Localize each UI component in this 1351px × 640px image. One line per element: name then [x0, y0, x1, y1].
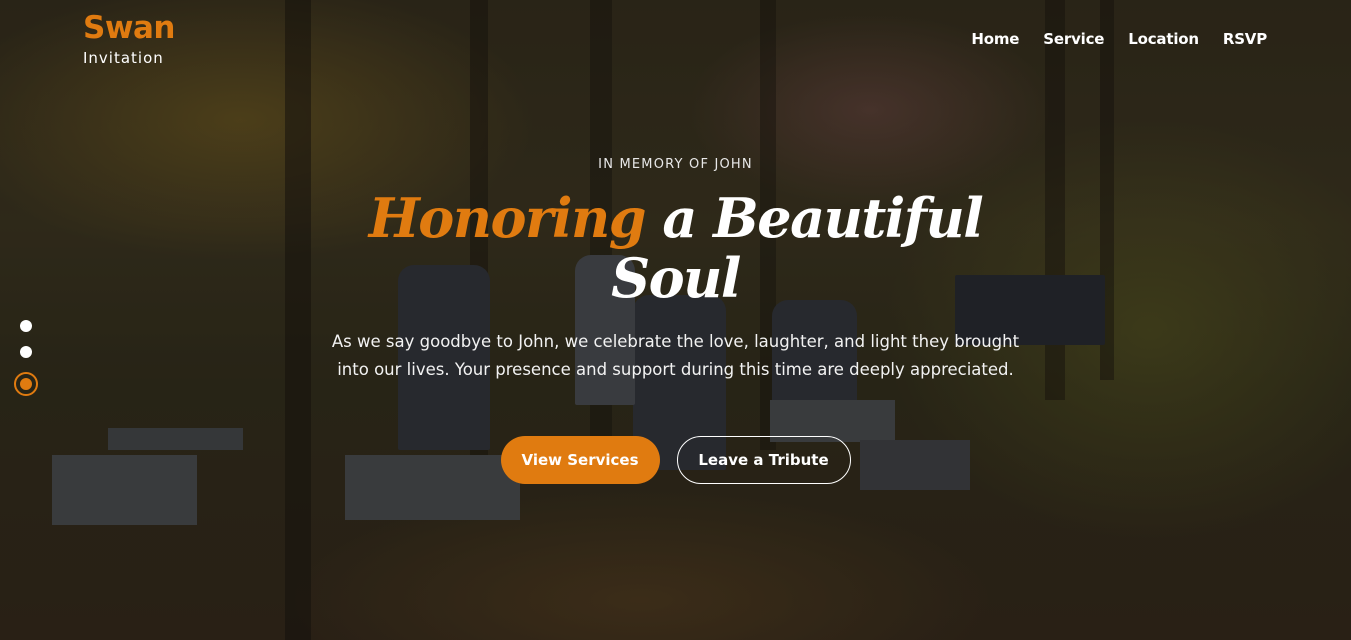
hero-title: Honoring a Beautiful Soul [330, 188, 1021, 308]
hero-title-accent: Honoring [368, 186, 647, 250]
hero-actions: View Services Leave a Tribute [0, 436, 1351, 484]
hero-description: As we say goodbye to John, we celebrate … [331, 332, 1020, 379]
main-nav: Home Service Location RSVP [971, 30, 1267, 48]
brand-name: Swan [83, 10, 175, 46]
slider-pagination [14, 320, 38, 396]
hero-overlay [0, 0, 1351, 640]
brand-logo[interactable]: Swan Invitation [83, 10, 175, 67]
hero-title-rest: a Beautiful Soul [611, 186, 984, 310]
brand-subtitle: Invitation [83, 49, 164, 67]
nav-item-service[interactable]: Service [1043, 30, 1104, 48]
nav-item-rsvp[interactable]: RSVP [1223, 30, 1267, 48]
nav-item-home[interactable]: Home [971, 30, 1019, 48]
slider-dot-3-active[interactable] [14, 372, 38, 396]
view-services-button[interactable]: View Services [500, 436, 660, 484]
slider-dot-2[interactable] [20, 346, 32, 358]
hero-eyebrow: IN MEMORY OF JOHN [598, 157, 753, 172]
nav-item-location[interactable]: Location [1128, 30, 1199, 48]
slider-dot-inner [20, 378, 32, 390]
slider-dot-1[interactable] [20, 320, 32, 332]
leave-tribute-button[interactable]: Leave a Tribute [676, 436, 851, 484]
